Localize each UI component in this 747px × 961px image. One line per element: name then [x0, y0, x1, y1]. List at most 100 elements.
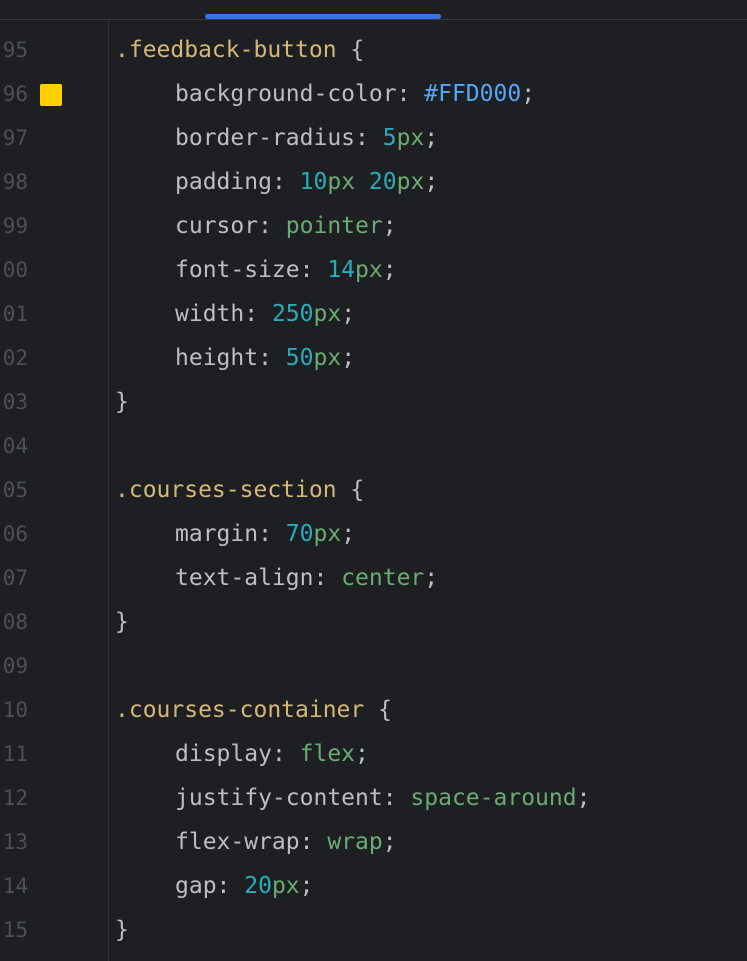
keyword-value: center: [341, 565, 425, 591]
line-number: 10: [2, 698, 28, 722]
css-property: flex-wrap: [175, 829, 300, 855]
semicolon: ;: [424, 565, 439, 591]
code-line[interactable]: 04: [0, 424, 747, 468]
code-text[interactable]: display: flex;: [115, 738, 369, 770]
line-number: 02: [2, 346, 28, 370]
colon: :: [355, 125, 383, 151]
line-number: 14: [2, 874, 28, 898]
unit: px: [313, 301, 342, 327]
active-tab-indicator[interactable]: [205, 14, 441, 19]
code-line[interactable]: 05 .courses-section {: [0, 468, 747, 512]
semicolon: ;: [341, 345, 356, 371]
line-number: 11: [2, 742, 28, 766]
unit: px: [396, 169, 425, 195]
line-number: 08: [2, 610, 28, 634]
line-number: 96: [2, 82, 28, 106]
code-text[interactable]: height: 50px;: [115, 342, 355, 374]
css-property: text-align: [175, 565, 314, 591]
line-number: 01: [2, 302, 28, 326]
code-text[interactable]: justify-content: space-around;: [115, 782, 590, 814]
code-line[interactable]: 97 border-radius: 5px;: [0, 116, 747, 160]
number-value: 14: [327, 257, 356, 283]
semicolon: ;: [382, 829, 397, 855]
code-text[interactable]: width: 250px;: [115, 298, 355, 330]
code-line[interactable]: 00 font-size: 14px;: [0, 248, 747, 292]
css-property: margin: [175, 521, 259, 547]
code-line[interactable]: 01 width: 250px;: [0, 292, 747, 336]
keyword-value: flex: [299, 741, 356, 767]
colon: :: [299, 829, 328, 855]
code-text[interactable]: }: [115, 914, 129, 946]
code-text[interactable]: }: [115, 386, 129, 418]
number-value: 250: [271, 301, 314, 327]
number-value: 50: [285, 345, 314, 371]
colon: :: [396, 81, 425, 107]
line-number: 95: [2, 38, 28, 62]
colon: :: [382, 785, 411, 811]
code-line[interactable]: 03 }: [0, 380, 747, 424]
code-text[interactable]: cursor: pointer;: [115, 210, 397, 242]
colon: :: [313, 565, 342, 591]
line-number: 05: [2, 478, 28, 502]
line-number: 13: [2, 830, 28, 854]
keyword-value: pointer: [285, 213, 383, 239]
semicolon: ;: [382, 257, 397, 283]
code-text[interactable]: .courses-container {: [115, 694, 392, 726]
code-line[interactable]: 98 padding: 10px 20px;: [0, 160, 747, 204]
code-line[interactable]: 14 gap: 20px;: [0, 864, 747, 908]
code-text[interactable]: font-size: 14px;: [115, 254, 397, 286]
code-line[interactable]: 06 margin: 70px;: [0, 512, 747, 556]
unit: px: [327, 169, 356, 195]
unit: px: [313, 345, 342, 371]
editor-tab-bar: [0, 0, 747, 20]
code-line[interactable]: 10 .courses-container {: [0, 688, 747, 732]
css-property: display: [175, 741, 272, 767]
code-editor[interactable]: 95 .feedback-button { 96 background-colo…: [0, 0, 747, 961]
code-line[interactable]: 99 cursor: pointer;: [0, 204, 747, 248]
code-line[interactable]: 95 .feedback-button {: [0, 28, 747, 72]
semicolon: ;: [355, 741, 369, 767]
code-line[interactable]: 02 height: 50px;: [0, 336, 747, 380]
css-property: font-size: [175, 257, 300, 283]
code-line[interactable]: 15 }: [0, 908, 747, 952]
css-selector: .feedback-button: [115, 37, 337, 63]
code-line[interactable]: 09: [0, 644, 747, 688]
unit: px: [271, 873, 300, 899]
line-number: 09: [2, 654, 28, 678]
code-line[interactable]: 11 display: flex;: [0, 732, 747, 776]
unit: px: [313, 521, 342, 547]
colon: :: [244, 301, 272, 327]
semicolon: ;: [299, 873, 314, 899]
code-line[interactable]: 12 justify-content: space-around;: [0, 776, 747, 820]
code-text[interactable]: }: [115, 606, 129, 638]
code-line[interactable]: 13 flex-wrap: wrap;: [0, 820, 747, 864]
keyword-value: space-around: [410, 785, 577, 811]
line-number: 98: [2, 170, 28, 194]
keyword-value: wrap: [327, 829, 383, 855]
code-text[interactable]: .courses-section {: [115, 474, 364, 506]
semicolon: ;: [382, 213, 397, 239]
code-text[interactable]: .feedback-button {: [115, 34, 364, 66]
open-brace: {: [336, 37, 365, 63]
code-text[interactable]: gap: 20px;: [115, 870, 314, 902]
line-number: 04: [2, 434, 28, 458]
code-text[interactable]: text-align: center;: [115, 562, 438, 594]
code-text[interactable]: border-radius: 5px;: [115, 122, 438, 154]
code-line[interactable]: 07 text-align: center;: [0, 556, 747, 600]
code-line[interactable]: 08 }: [0, 600, 747, 644]
line-number: 15: [2, 918, 28, 942]
css-property: height: [175, 345, 259, 371]
open-brace: {: [364, 697, 392, 723]
code-text[interactable]: margin: 70px;: [115, 518, 355, 550]
code-text[interactable]: padding: 10px 20px;: [115, 166, 438, 198]
code-text[interactable]: flex-wrap: wrap;: [115, 826, 397, 858]
css-property: padding: [175, 169, 272, 195]
colon: :: [258, 213, 286, 239]
code-line[interactable]: 96 background-color: #FFD000;: [0, 72, 747, 116]
colon: :: [258, 521, 286, 547]
number-value: 5: [382, 125, 397, 151]
color-swatch-icon[interactable]: [40, 84, 62, 106]
line-number: 12: [2, 786, 28, 810]
code-text[interactable]: background-color: #FFD000;: [115, 78, 535, 110]
